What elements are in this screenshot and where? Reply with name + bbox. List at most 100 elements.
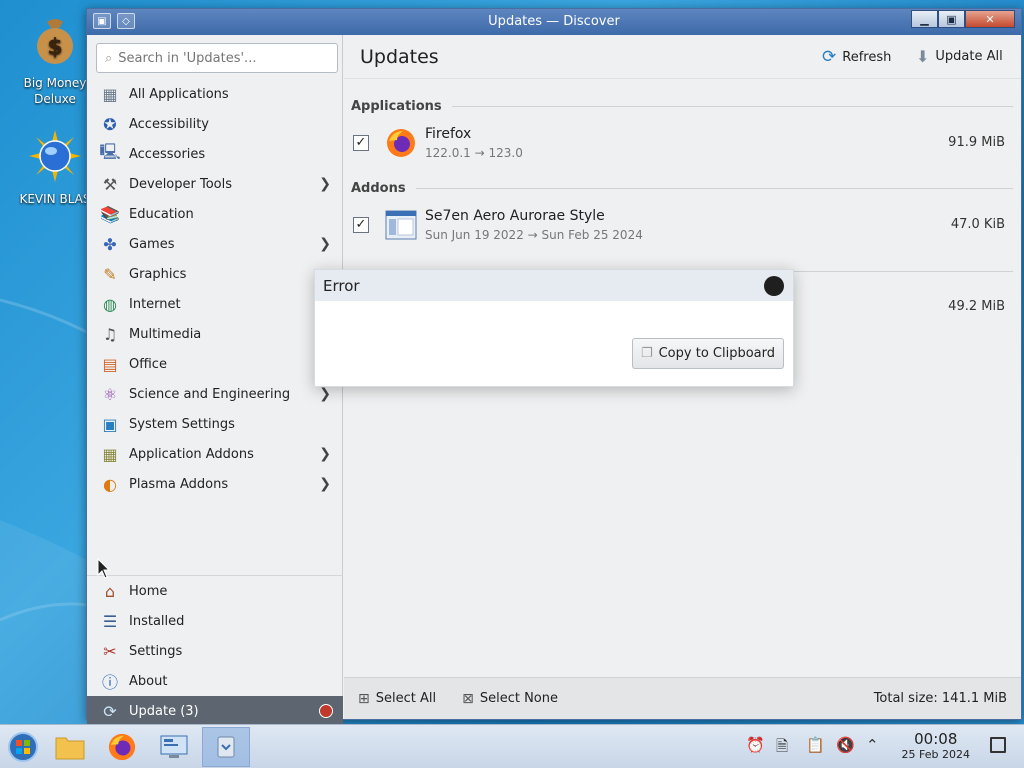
mouse-cursor-icon <box>97 558 111 579</box>
money-bag-icon: $ <box>37 19 73 64</box>
update-checkbox[interactable]: ✓ <box>353 135 369 151</box>
chevron-right-icon: ❯ <box>319 476 331 492</box>
clipboard-tray-icon[interactable]: 📋 <box>806 736 825 754</box>
sidebar-item-home[interactable]: ⌂ Home <box>87 576 343 606</box>
close-button[interactable]: ✕ <box>965 10 1015 28</box>
update-row-firefox[interactable]: ✓ Firefox 122.0.1 → 123.0 91.9 MiB <box>351 123 1013 167</box>
search-icon: ⌕ <box>105 50 113 66</box>
internet-icon: ◍ <box>103 294 117 314</box>
discover-icon <box>217 736 235 758</box>
system-settings-icon: ▣ <box>102 414 118 434</box>
category-list: ▦ All Applications ✪ Accessibility 🖳 Acc… <box>87 79 343 499</box>
select-none-button[interactable]: ⊠ Select None <box>462 691 558 707</box>
start-orb-icon <box>8 732 38 762</box>
chevron-up-icon[interactable]: ⌃ <box>866 736 879 754</box>
accessibility-icon: ✪ <box>103 114 117 134</box>
multimedia-icon: ♫ <box>102 324 118 344</box>
sidebar-item-accessories[interactable]: 🖳 Accessories <box>87 139 343 169</box>
error-dialog-title: Error <box>323 276 360 295</box>
application-addons-icon: ▦ <box>102 444 118 464</box>
games-icon: ✤ <box>103 234 117 254</box>
update-notifier-icon[interactable]: 🗎 <box>776 736 788 761</box>
system-settings-icon <box>160 735 188 758</box>
total-size: Total size: 141.1 MiB <box>873 691 1007 706</box>
sidebar-item-plasma-addons[interactable]: ◐ Plasma Addons ❯ <box>87 469 343 499</box>
section-applications: Applications <box>351 99 1013 114</box>
sidebar: ⌕ ▦ All Applications ✪ Accessibility 🖳 A… <box>87 35 343 726</box>
search-input[interactable] <box>118 50 319 66</box>
science-icon: ⚛ <box>102 384 118 404</box>
developer-tools-icon: ⚒ <box>102 174 118 194</box>
select-all-button[interactable]: ⊞ Select All <box>358 691 436 707</box>
sidebar-item-installed[interactable]: ☰ Installed <box>87 606 343 636</box>
sidebar-item-all-applications[interactable]: ▦ All Applications <box>87 79 343 109</box>
minimize-button[interactable]: ▁ <box>911 10 938 28</box>
clock[interactable]: 00:08 25 Feb 2024 <box>902 730 970 761</box>
taskbar-system-settings[interactable] <box>151 727 197 767</box>
sidebar-item-developer-tools[interactable]: ⚒ Developer Tools ❯ <box>87 169 343 199</box>
folder-icon <box>55 737 85 760</box>
select-all-icon: ⊞ <box>358 690 370 707</box>
sidebar-item-application-addons[interactable]: ▦ Application Addons ❯ <box>87 439 343 469</box>
chevron-right-icon: ❯ <box>319 176 331 192</box>
settings-icon: ✂ <box>103 641 117 661</box>
window-titlebar[interactable]: ▣ ◇ Updates — Discover ▁ ▣ ✕ <box>87 9 1021 35</box>
taskbar: ⏰ 🗎 📋 🔇 ⌃ 00:08 25 Feb 2024 <box>0 724 1024 768</box>
education-icon: 📚 <box>100 204 120 224</box>
update-row-se7en-aero[interactable]: ✓ Se7en Aero Aurorae Style Sun Jun 19 20… <box>351 205 1013 249</box>
svg-text:$: $ <box>47 35 62 60</box>
firefox-icon <box>108 733 136 761</box>
chevron-right-icon: ❯ <box>319 446 331 462</box>
update-checkbox[interactable]: ✓ <box>353 217 369 233</box>
sidebar-item-accessibility[interactable]: ✪ Accessibility <box>87 109 343 139</box>
chevron-right-icon: ❯ <box>319 386 331 402</box>
clipboard-icon: ❐ <box>640 346 653 361</box>
sidebar-item-about[interactable]: ⓘ About <box>87 666 343 696</box>
error-dialog: Error ❐ Copy to Clipboard <box>314 269 794 387</box>
refresh-icon: ⟳ <box>822 47 837 67</box>
maximize-button[interactable]: ▣ <box>938 10 965 28</box>
firefox-icon <box>387 129 415 157</box>
copy-to-clipboard-button[interactable]: ❐ Copy to Clipboard <box>631 338 784 369</box>
sidebar-item-office[interactable]: ▤ Office <box>87 349 343 379</box>
chevron-right-icon: ❯ <box>319 236 331 252</box>
update-all-icon: ⬇ <box>916 47 930 66</box>
section-addons: Addons <box>351 181 1013 196</box>
sidebar-item-update[interactable]: ⟳ Update (3) <box>87 696 343 726</box>
sidebar-item-multimedia[interactable]: ♫ Multimedia <box>87 319 343 349</box>
home-icon: ⌂ <box>104 581 116 601</box>
about-icon: ⓘ <box>101 673 118 692</box>
window-title: Updates — Discover <box>488 14 620 29</box>
close-dialog-icon[interactable] <box>764 276 784 296</box>
taskbar-discover[interactable] <box>202 727 250 767</box>
sidebar-item-internet[interactable]: ◍ Internet <box>87 289 343 319</box>
graphics-icon: ✎ <box>103 264 117 284</box>
show-desktop-button[interactable] <box>990 737 1006 753</box>
refresh-button[interactable]: ⟳ Refresh <box>822 47 891 67</box>
office-icon: ▤ <box>102 354 118 374</box>
sidebar-item-education[interactable]: 📚 Education <box>87 199 343 229</box>
globe-sun-icon <box>29 130 81 182</box>
page-title: Updates <box>360 45 439 68</box>
sidebar-item-graphics[interactable]: ✎ Graphics <box>87 259 343 289</box>
grid-icon: ▦ <box>102 84 118 104</box>
sidebar-item-system-settings[interactable]: ▣ System Settings <box>87 409 343 439</box>
sidebar-item-science[interactable]: ⚛ Science and Engineering ❯ <box>87 379 343 409</box>
plasma-addons-icon: ◐ <box>103 474 117 494</box>
taskbar-file-manager[interactable] <box>47 727 93 767</box>
updates-footer: ⊞ Select All ⊠ Select None Total size: 1… <box>344 677 1021 719</box>
select-none-icon: ⊠ <box>462 690 474 707</box>
sidebar-item-settings[interactable]: ✂ Settings <box>87 636 343 666</box>
notifications-icon[interactable]: ⏰ <box>746 736 765 754</box>
search-field[interactable]: ⌕ <box>96 43 338 73</box>
installed-icon: ☰ <box>102 611 118 631</box>
sidebar-bottom-list: ⌂ Home ☰ Installed ✂ Settings ⓘ About ⟳ … <box>87 575 343 726</box>
taskbar-firefox[interactable] <box>99 727 145 767</box>
update-icon: ⟳ <box>103 701 117 721</box>
volume-muted-icon[interactable]: 🔇 <box>836 736 855 754</box>
update-all-button[interactable]: ⬇ Update All <box>916 47 1003 66</box>
sidebar-item-games[interactable]: ✤ Games ❯ <box>87 229 343 259</box>
error-dialog-header: Error <box>315 270 793 301</box>
start-button[interactable] <box>0 727 46 767</box>
error-badge-icon <box>319 704 333 718</box>
